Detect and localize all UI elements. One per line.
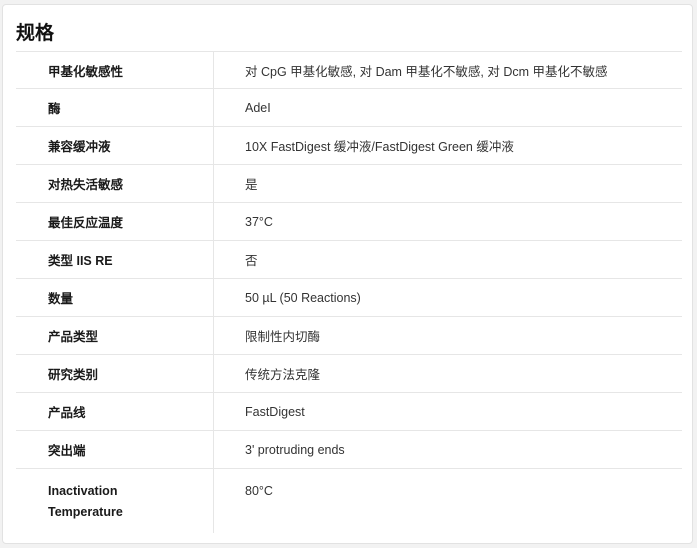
- spec-row-research-category: 研究类别 传统方法克隆: [16, 355, 682, 393]
- spec-label: Inactivation Temperature: [16, 469, 214, 533]
- spec-label-line: Inactivation: [48, 484, 118, 498]
- spec-value: 3' protruding ends: [245, 442, 345, 457]
- spec-row-overhang: 突出端 3' protruding ends: [16, 431, 682, 469]
- spec-value: 80°C: [245, 484, 273, 498]
- spec-value: 否: [245, 254, 258, 268]
- spec-row-heat-inactivation: 对热失活敏感 是: [16, 165, 682, 203]
- spec-label: 产品线: [16, 393, 214, 430]
- spec-label: 数量: [16, 279, 214, 316]
- spec-row-product-line: 产品线 FastDigest: [16, 393, 682, 431]
- spec-row-temperature: 最佳反应温度 37°C: [16, 203, 682, 241]
- spec-label: 研究类别: [16, 355, 214, 392]
- spec-value: AdeI: [245, 100, 271, 115]
- spec-value: FastDigest: [245, 404, 305, 419]
- spec-value: 50 µL (50 Reactions): [245, 290, 361, 305]
- spec-row-enzyme: 酶 AdeI: [16, 89, 682, 127]
- spec-label: 产品类型: [16, 317, 214, 354]
- spec-label: 甲基化敏感性: [16, 52, 214, 88]
- spec-row-methylation: 甲基化敏感性 对 CpG 甲基化敏感, 对 Dam 甲基化不敏感, 对 Dcm …: [16, 51, 682, 89]
- spec-value: 限制性内切酶: [245, 330, 321, 344]
- spec-label-line: Temperature: [48, 505, 123, 519]
- spec-label: 最佳反应温度: [16, 203, 214, 240]
- spec-value: 传统方法克隆: [245, 368, 321, 382]
- spec-label: 对热失活敏感: [16, 165, 214, 202]
- spec-row-buffer: 兼容缓冲液 10X FastDigest 缓冲液/FastDigest Gree…: [16, 127, 682, 165]
- spec-value: 对 CpG 甲基化敏感, 对 Dam 甲基化不敏感, 对 Dcm 甲基化不敏感: [245, 64, 608, 79]
- spec-label: 兼容缓冲液: [16, 127, 214, 164]
- spec-label: 酶: [16, 89, 214, 126]
- spec-table: 甲基化敏感性 对 CpG 甲基化敏感, 对 Dam 甲基化不敏感, 对 Dcm …: [16, 51, 682, 533]
- spec-value: 37°C: [245, 214, 273, 229]
- spec-row-inactivation-temperature: Inactivation Temperature 80°C: [16, 469, 682, 533]
- section-title: 规格: [16, 23, 55, 44]
- spec-card: 规格 甲基化敏感性 对 CpG 甲基化敏感, 对 Dam 甲基化不敏感, 对 D…: [2, 4, 693, 544]
- spec-value: 10X FastDigest 缓冲液/FastDigest Green 缓冲液: [245, 140, 514, 154]
- spec-label: 类型 IIS RE: [16, 241, 214, 278]
- spec-row-product-type: 产品类型 限制性内切酶: [16, 317, 682, 355]
- spec-row-type-iis: 类型 IIS RE 否: [16, 241, 682, 279]
- spec-row-quantity: 数量 50 µL (50 Reactions): [16, 279, 682, 317]
- spec-value: 是: [245, 178, 258, 192]
- spec-label: 突出端: [16, 431, 214, 468]
